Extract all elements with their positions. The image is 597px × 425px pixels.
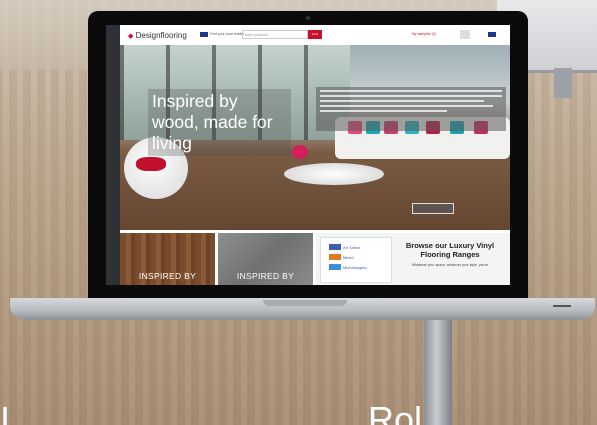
swatch (329, 264, 341, 270)
feature-tiles: INSPIRED BY INSPIRED BY Art Select Mixed… (120, 233, 510, 285)
flag-icon (200, 32, 208, 37)
swatch (329, 244, 341, 250)
site-header: ◆ Designflooring Find your local retaile… (120, 25, 510, 46)
hero-cta-button[interactable] (412, 203, 454, 214)
swatch (329, 254, 341, 260)
logo-diamond-icon: ◆ (128, 33, 134, 40)
browse-title: Browse our Luxury Vinyl Flooring Ranges (405, 241, 495, 259)
website-screen: ◆ Designflooring Find your local retaile… (106, 25, 510, 285)
dealer-finder-label: Find your local retailer (210, 32, 245, 36)
overlay-text-right: Rol (368, 399, 423, 425)
background-scene: ◆ Designflooring Find your local retaile… (0, 0, 597, 425)
hero-title: Inspired by wood, made for living (148, 89, 291, 156)
browse-ranges-tile[interactable]: Art Select Mixed Michelangelo Browse our… (316, 233, 510, 285)
tile-label: INSPIRED BY (236, 271, 295, 281)
wood-tile[interactable]: INSPIRED BY (120, 233, 215, 285)
range-name[interactable]: Art Select (343, 245, 360, 250)
tile-label: INSPIRED BY (138, 271, 197, 281)
hero-banner[interactable]: Inspired by wood, made for living (120, 45, 510, 230)
range-list-panel: Art Select Mixed Michelangelo (320, 237, 392, 283)
flowers (292, 145, 308, 159)
account-icon[interactable] (460, 30, 470, 39)
range-name[interactable]: Mixed (343, 255, 354, 260)
chair-cushion (136, 157, 166, 171)
side-table-leg (554, 68, 572, 98)
postcode-search-input[interactable]: enter postcode (242, 30, 308, 39)
my-samples-link[interactable]: My samples (0) (412, 32, 436, 36)
overlay-text-left: I (0, 399, 11, 425)
range-name[interactable]: Michelangelo (343, 265, 367, 270)
search-button[interactable]: Find (308, 30, 322, 39)
laptop-notch (263, 300, 347, 306)
coffee-table (284, 163, 384, 185)
browse-subtitle: Whatever your space, whatever your style… (411, 263, 489, 267)
site-logo[interactable]: ◆ Designflooring (128, 31, 187, 40)
laptop-led (553, 305, 571, 307)
hero-body-text (316, 87, 506, 131)
laptop-camera (306, 16, 310, 20)
logo-text: Designflooring (135, 31, 187, 40)
laptop-stand-post (424, 312, 452, 425)
stone-tile[interactable]: INSPIRED BY (218, 233, 313, 285)
language-flag-icon[interactable] (488, 32, 496, 37)
left-rail (106, 25, 120, 285)
